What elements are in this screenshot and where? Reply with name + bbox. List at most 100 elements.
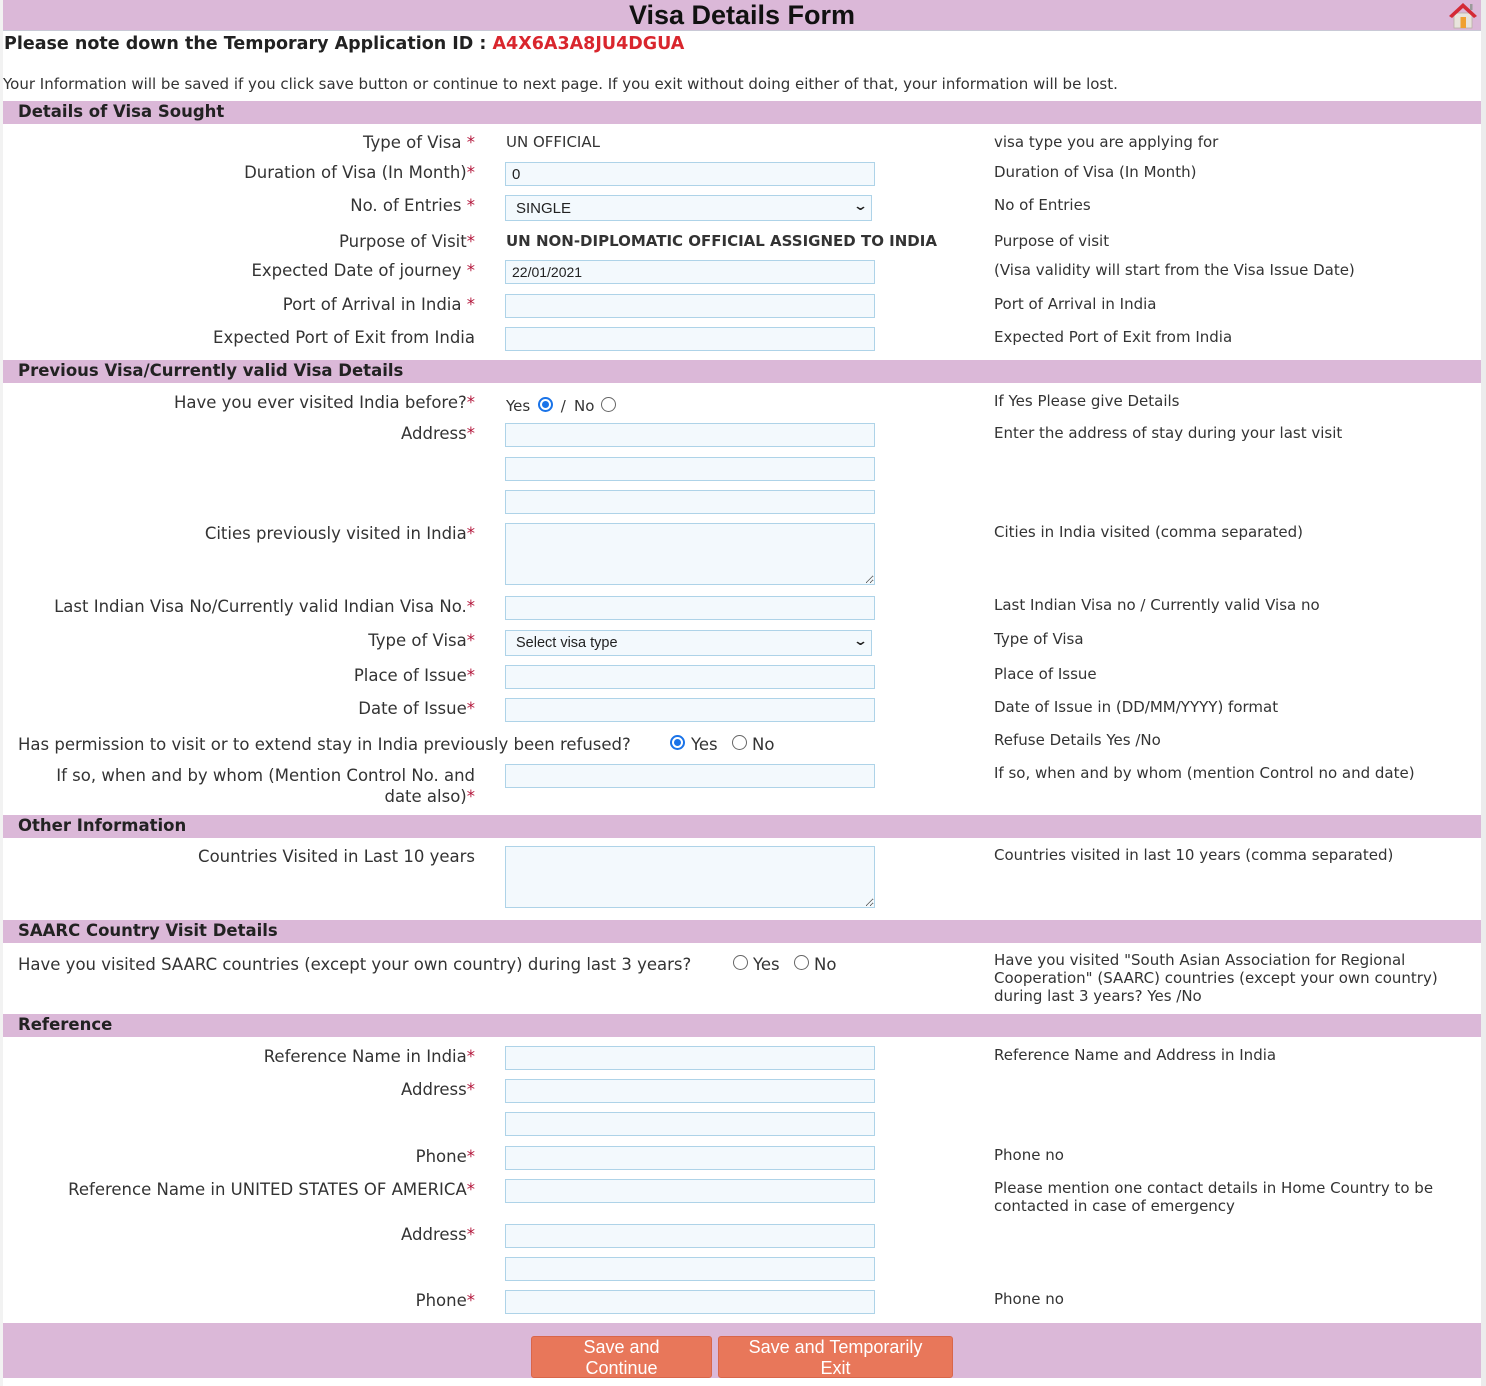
prev-address-label: Address* [401, 424, 475, 443]
date-issue-help: Date of Issue in (DD/MM/YYYY) format [994, 698, 1279, 716]
refused-label: Has permission to visit or to extend sta… [18, 735, 631, 754]
saarc-no-radio[interactable] [794, 955, 809, 970]
place-issue-help: Place of Issue [994, 665, 1097, 683]
visited-no-label: No [574, 397, 595, 415]
type-of-visa-value: UN OFFICIAL [506, 133, 600, 151]
ref-india-address-line1-input[interactable] [505, 1079, 875, 1103]
port-arrival-input[interactable] [505, 294, 875, 318]
scrollbar[interactable] [1481, 0, 1486, 1386]
ref-home-name-input[interactable] [505, 1179, 875, 1203]
duration-input[interactable] [505, 162, 875, 186]
ref-home-phone-input[interactable] [505, 1290, 875, 1314]
section-other-info: Other Information [3, 815, 1481, 838]
entries-select[interactable]: SINGLE [505, 195, 872, 221]
save-notice: Your Information will be saved if you cl… [3, 75, 1118, 93]
prev-visa-type-select[interactable]: Select visa type [505, 630, 872, 656]
save-exit-button[interactable]: Save and Temporarily Exit [718, 1336, 953, 1378]
place-issue-label: Place of Issue* [353, 666, 475, 685]
prev-address-line1-input[interactable] [505, 423, 875, 447]
saarc-help: Have you visited "South Asian Associatio… [994, 951, 1438, 1005]
application-id-notice: Please note down the Temporary Applicati… [4, 34, 684, 54]
type-of-visa-label: Type of Visa * [362, 133, 475, 152]
visited-before-help: If Yes Please give Details [994, 392, 1180, 410]
saarc-question-label: Have you visited SAARC countries (except… [18, 955, 692, 974]
type-of-visa-help: visa type you are applying for [994, 133, 1219, 151]
last-visa-no-label: Last Indian Visa No/Currently valid Indi… [54, 597, 475, 616]
port-exit-help: Expected Port of Exit from India [994, 328, 1233, 346]
duration-label: Duration of Visa (In Month)* [244, 163, 475, 182]
prev-visa-type-help: Type of Visa [994, 630, 1084, 648]
countries-textarea[interactable] [505, 846, 875, 908]
port-exit-label: Expected Port of Exit from India [213, 328, 475, 347]
visited-before-label: Have you ever visited India before?* [173, 393, 475, 412]
ref-home-phone-help: Phone no [994, 1290, 1064, 1308]
home-icon[interactable] [1447, 1, 1479, 29]
ref-home-address-label: Address* [401, 1225, 475, 1244]
saarc-yes-radio[interactable] [733, 955, 748, 970]
prev-visa-type-label: Type of Visa* [368, 631, 475, 650]
visa-details-page: Visa Details Form Please note down the T… [3, 0, 1481, 1386]
cities-textarea[interactable] [505, 523, 875, 585]
refused-details-input[interactable] [505, 764, 875, 788]
refused-details-help: If so, when and by whom (mention Control… [994, 764, 1415, 782]
ref-india-address-label: Address* [401, 1080, 475, 1099]
section-visa-sought: Details of Visa Sought [3, 101, 1481, 124]
ref-india-name-input[interactable] [505, 1046, 875, 1070]
journey-date-input[interactable] [505, 260, 875, 284]
countries-help: Countries visited in last 10 years (comm… [994, 846, 1394, 864]
last-visa-no-help: Last Indian Visa no / Currently valid Vi… [994, 596, 1320, 614]
visited-separator: / [556, 397, 571, 415]
ref-india-phone-label: Phone* [415, 1147, 475, 1166]
ref-home-address-line2-input[interactable] [505, 1257, 875, 1281]
port-exit-input[interactable] [505, 327, 875, 351]
prev-address-help: Enter the address of stay during your la… [994, 424, 1343, 442]
section-saarc: SAARC Country Visit Details [3, 920, 1481, 943]
application-id: A4X6A3A8JU4DGUA [492, 34, 685, 54]
port-arrival-help: Port of Arrival in India [994, 295, 1157, 313]
visited-no-radio[interactable] [601, 397, 616, 412]
application-id-label: Please note down the Temporary Applicati… [4, 34, 493, 54]
date-issue-input[interactable] [505, 698, 875, 722]
visited-yes-radio[interactable] [538, 397, 553, 412]
refused-details-label: If so, when and by whom (Mention Control… [56, 766, 475, 806]
purpose-value: UN NON-DIPLOMATIC OFFICIAL ASSIGNED TO I… [506, 232, 937, 250]
section-heading: Reference [18, 1015, 113, 1034]
cities-label: Cities previously visited in India* [204, 524, 475, 543]
ref-india-name-label: Reference Name in India* [263, 1047, 475, 1066]
section-reference: Reference [3, 1014, 1481, 1037]
ref-india-phone-help: Phone no [994, 1146, 1064, 1164]
prev-address-line2-input[interactable] [505, 457, 875, 481]
saarc-no-label: No [814, 955, 837, 974]
form-footer: Save and Continue Save and Temporarily E… [3, 1323, 1481, 1378]
purpose-label: Purpose of Visit* [338, 232, 475, 251]
section-heading: Previous Visa/Currently valid Visa Detai… [18, 361, 404, 380]
visited-yes-label: Yes [506, 397, 531, 415]
ref-home-name-label: Reference Name in UNITED STATES OF AMERI… [68, 1180, 475, 1199]
saarc-yes-label: Yes [753, 955, 780, 974]
section-previous-visa: Previous Visa/Currently valid Visa Detai… [3, 360, 1481, 383]
ref-india-address-line2-input[interactable] [505, 1112, 875, 1136]
prev-address-line3-input[interactable] [505, 490, 875, 514]
ref-home-phone-label: Phone* [415, 1291, 475, 1310]
save-continue-button[interactable]: Save and Continue [531, 1336, 712, 1378]
page-title: Visa Details Form [628, 0, 856, 30]
ref-home-name-help: Please mention one contact details in Ho… [994, 1179, 1434, 1215]
journey-date-label: Expected Date of journey * [251, 261, 475, 280]
ref-india-phone-input[interactable] [505, 1146, 875, 1170]
section-heading: SAARC Country Visit Details [18, 921, 278, 940]
refused-no-label: No [752, 735, 775, 754]
title-bar: Visa Details Form [3, 0, 1481, 31]
refused-no-radio[interactable] [732, 735, 747, 750]
purpose-help: Purpose of visit [994, 232, 1110, 250]
entries-label: No. of Entries * [350, 196, 475, 215]
cities-help: Cities in India visited (comma separated… [994, 523, 1304, 541]
last-visa-no-input[interactable] [505, 596, 875, 620]
refused-help: Refuse Details Yes /No [994, 731, 1161, 749]
refused-yes-radio[interactable] [670, 735, 685, 750]
ref-home-address-line1-input[interactable] [505, 1224, 875, 1248]
duration-help: Duration of Visa (In Month) [994, 163, 1197, 181]
date-issue-label: Date of Issue* [358, 699, 475, 718]
entries-help: No of Entries [994, 196, 1091, 214]
place-issue-input[interactable] [505, 665, 875, 689]
section-heading: Other Information [18, 816, 187, 835]
